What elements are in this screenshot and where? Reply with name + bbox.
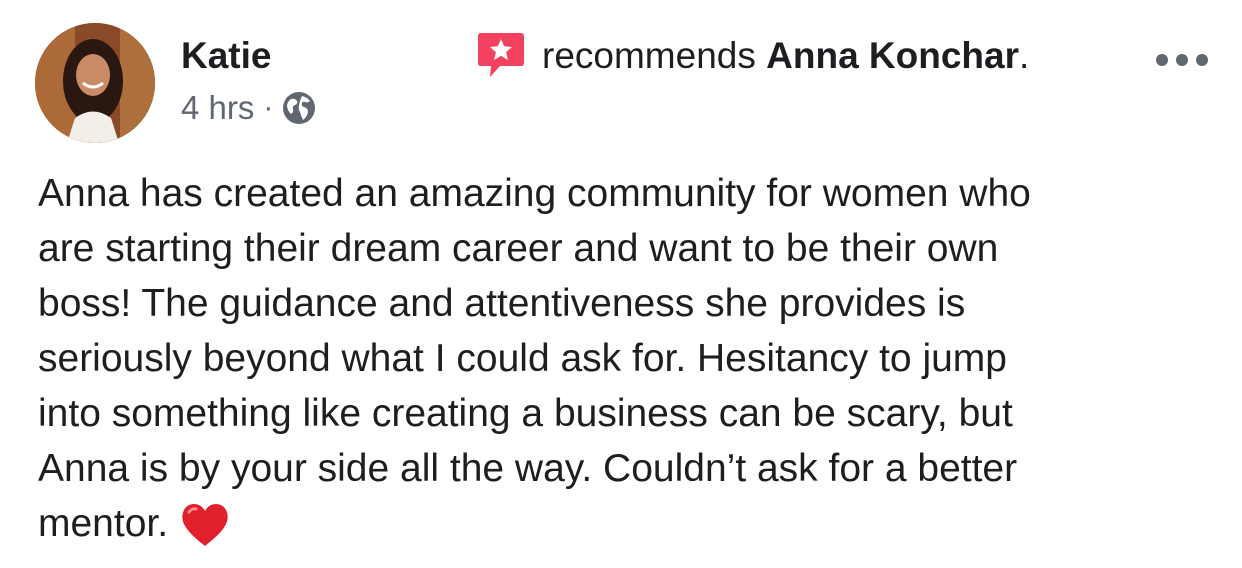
recommendation-line: recommends Anna Konchar. — [542, 36, 1029, 76]
post-body-line: Anna is by your side all the way. Couldn… — [38, 447, 1018, 490]
author-avatar[interactable] — [35, 23, 155, 143]
post-body: Anna has created an amazing community fo… — [38, 166, 1218, 551]
recommended-page-link[interactable]: Anna Konchar — [766, 35, 1019, 76]
recommendation-post: Katie 4 hrs · recommends Anna Konchar. A… — [0, 0, 1242, 568]
post-meta: 4 hrs · — [181, 89, 317, 127]
post-body-line: boss! The guidance and attentiveness she… — [38, 282, 966, 325]
post-body-line: Anna has created an amazing community fo… — [38, 172, 1031, 215]
post-body-line: into something like creating a business … — [38, 392, 1013, 435]
recommendation-star-icon — [478, 33, 524, 77]
more-options-dot — [1156, 54, 1168, 66]
author-name[interactable]: Katie — [181, 36, 271, 76]
meta-separator: · — [263, 91, 274, 124]
red-heart-icon — [182, 504, 228, 546]
more-options-button[interactable] — [1156, 48, 1208, 72]
globe-icon[interactable] — [281, 90, 317, 126]
avatar-photo — [35, 23, 155, 143]
post-body-line: are starting their dream career and want… — [38, 227, 999, 270]
post-timestamp[interactable]: 4 hrs — [181, 89, 254, 127]
more-options-dot — [1196, 54, 1208, 66]
recommend-period: . — [1019, 35, 1030, 76]
post-body-line: seriously beyond what I could ask for. H… — [38, 337, 1007, 380]
recommend-verb: recommends — [542, 35, 756, 76]
post-body-last-line: mentor. — [38, 496, 1218, 551]
more-options-dot — [1176, 54, 1188, 66]
post-body-line: mentor. — [38, 502, 169, 545]
